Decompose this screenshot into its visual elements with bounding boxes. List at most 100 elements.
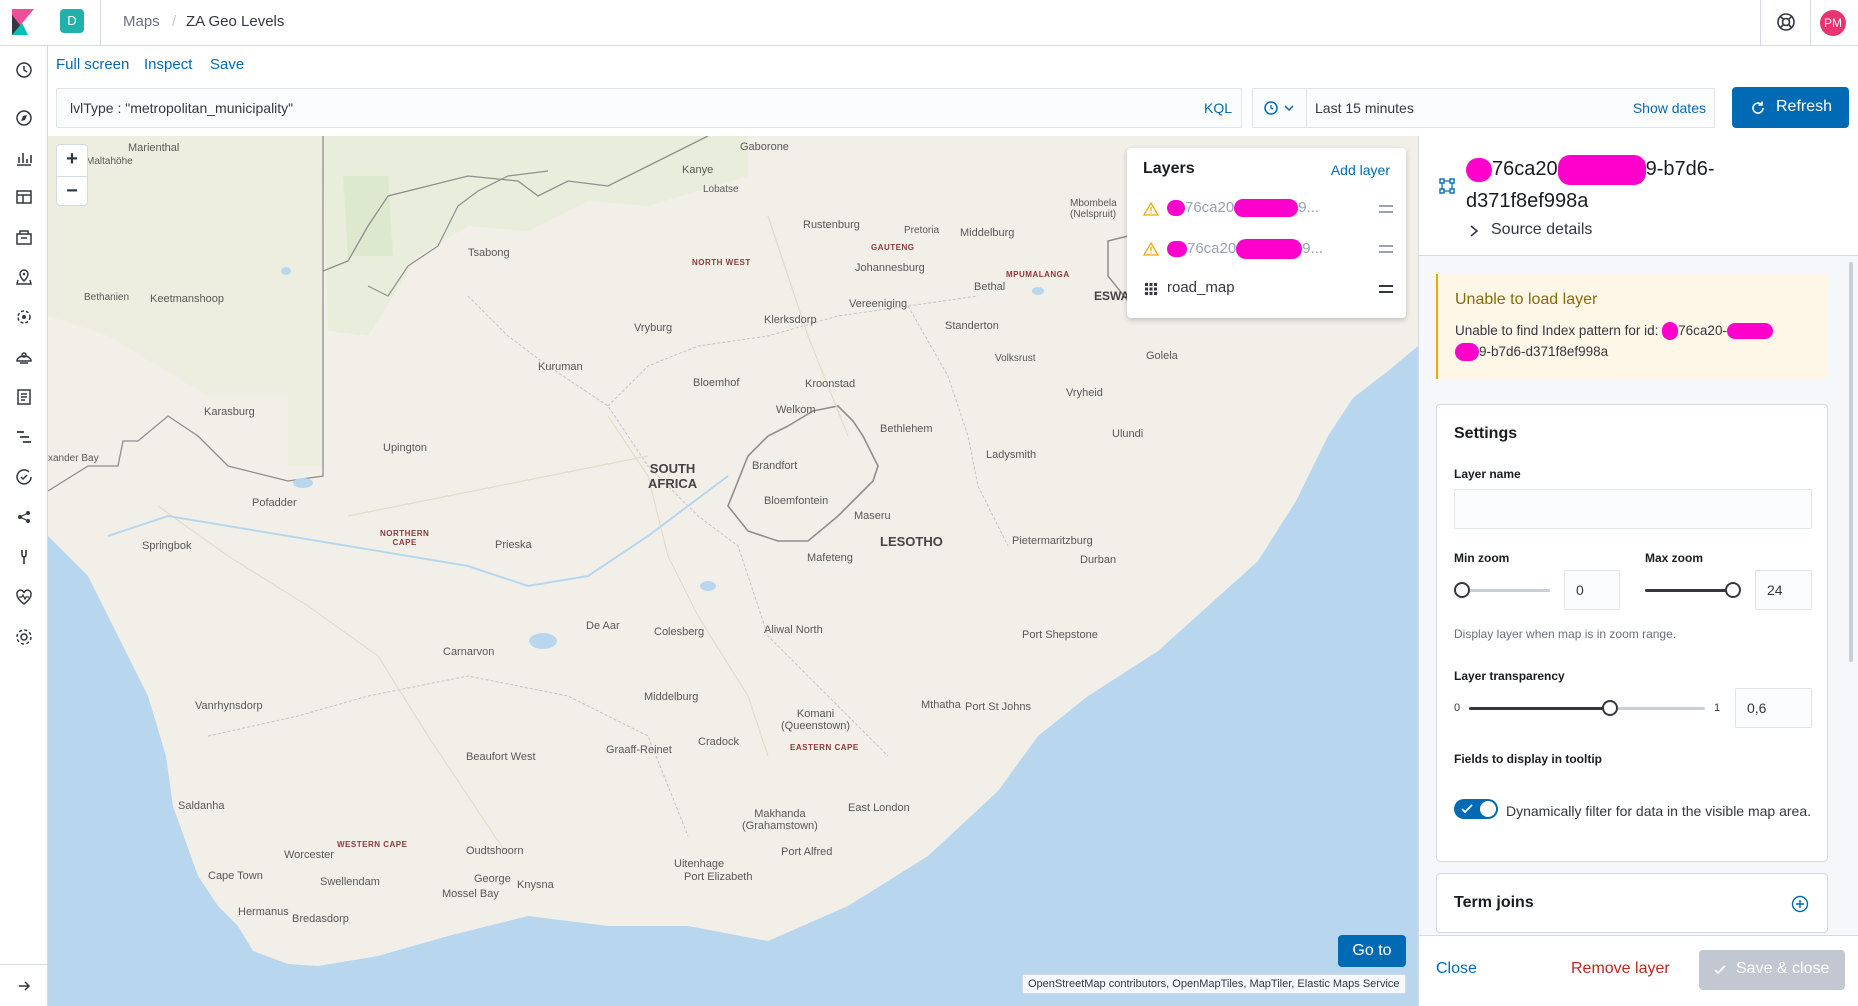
plus-circle-icon[interactable] xyxy=(1791,895,1809,913)
map-label-vereeniging: Vereeniging xyxy=(849,298,908,310)
save-close-label: Save & close xyxy=(1736,960,1830,977)
map-label-de-aar: De Aar xyxy=(586,620,620,632)
map-label-lobatse: Lobatse xyxy=(703,184,739,195)
kql-toggle[interactable]: KQL xyxy=(1204,100,1232,116)
map-label-kroonstad: Kroonstad xyxy=(805,378,856,390)
breadcrumb-maps[interactable]: Maps xyxy=(123,13,160,30)
map-label-mthatha: Mthatha xyxy=(921,699,961,711)
drag-handle-icon[interactable] xyxy=(1379,285,1393,293)
redaction-mark xyxy=(1234,199,1299,218)
space-badge[interactable]: D xyxy=(60,9,84,33)
drag-handle-icon[interactable] xyxy=(1379,245,1393,253)
drag-handle-icon[interactable] xyxy=(1379,205,1393,213)
map-label-johannesburg: Johannesburg xyxy=(855,262,925,274)
save-close-button[interactable]: Save & close xyxy=(1699,950,1845,990)
ml-icon[interactable] xyxy=(14,307,34,327)
transparency-max-label: 1 xyxy=(1714,702,1721,714)
min-zoom-slider-thumb[interactable] xyxy=(1454,582,1470,598)
chevron-right-icon[interactable] xyxy=(1468,224,1480,238)
map-label-mbombela: Mbombela (Nelspruit) xyxy=(1070,198,1117,220)
help-icon[interactable] xyxy=(1776,12,1796,32)
graph-icon[interactable] xyxy=(14,507,34,527)
date-picker[interactable]: Last 15 minutes Show dates xyxy=(1252,88,1715,128)
refresh-icon xyxy=(1752,101,1764,114)
clock-icon[interactable] xyxy=(14,60,34,80)
max-zoom-slider-thumb[interactable] xyxy=(1725,582,1741,598)
min-zoom-input[interactable]: 0 xyxy=(1564,570,1620,610)
map-label-bethal: Bethal xyxy=(974,281,1006,293)
map-label-george: George xyxy=(474,873,511,885)
management-icon[interactable] xyxy=(14,627,34,647)
visualize-icon[interactable] xyxy=(14,148,34,168)
refresh-label: Refresh xyxy=(1776,98,1833,115)
transparency-slider-thumb[interactable] xyxy=(1602,700,1618,716)
map-label-vryburg: Vryburg xyxy=(634,322,673,334)
apm-icon[interactable] xyxy=(14,427,34,447)
map-label-alexander-bay: xander Bay xyxy=(48,453,99,464)
save-link[interactable]: Save xyxy=(210,56,244,73)
map-label-kuruman: Kuruman xyxy=(538,361,583,373)
canvas-icon[interactable] xyxy=(14,227,34,247)
max-zoom-input[interactable]: 24 xyxy=(1755,570,1812,610)
query-text[interactable]: lvlType : "metropolitan_municipality" xyxy=(70,100,293,116)
full-screen-link[interactable]: Full screen xyxy=(56,56,129,73)
monitoring-icon[interactable] xyxy=(14,587,34,607)
scrollbar[interactable] xyxy=(1849,262,1853,662)
layer-row[interactable]: 76ca20 9... xyxy=(1143,198,1393,220)
expand-nav-icon[interactable] xyxy=(14,976,34,996)
min-zoom-label: Min zoom xyxy=(1454,551,1510,565)
tile-layer-icon xyxy=(1145,283,1157,295)
zoom-in-button[interactable]: + xyxy=(57,145,87,175)
date-range-text[interactable]: Last 15 minutes xyxy=(1315,100,1414,116)
map-label-worcester: Worcester xyxy=(284,849,334,861)
left-nav xyxy=(0,46,48,1006)
dev-tools-icon[interactable] xyxy=(14,547,34,567)
maps-icon[interactable] xyxy=(14,267,34,287)
go-to-button[interactable]: Go to xyxy=(1338,935,1406,967)
zoom-out-button[interactable]: − xyxy=(57,176,87,206)
warning-icon xyxy=(1143,241,1159,256)
map-label-bloemhof: Bloemhof xyxy=(693,377,740,389)
layer-title: 76ca20 9-b7d6- d371f8ef998a xyxy=(1466,153,1846,217)
error-callout: Unable to load layer Unable to find Inde… xyxy=(1436,274,1828,379)
source-details-toggle[interactable]: Source details xyxy=(1491,221,1592,239)
remove-layer-button[interactable]: Remove layer xyxy=(1571,960,1670,978)
dashboard-icon[interactable] xyxy=(14,187,34,207)
max-zoom-track[interactable] xyxy=(1645,589,1733,592)
uptime-icon[interactable] xyxy=(14,467,34,487)
map-label-maltahohe: Maltahöhe xyxy=(86,156,133,167)
zoom-help-text: Display layer when map is in zoom range. xyxy=(1454,627,1677,641)
filter-toggle-switch[interactable] xyxy=(1454,799,1498,819)
avatar[interactable]: PM xyxy=(1820,10,1846,36)
quick-select-button[interactable] xyxy=(1253,89,1307,127)
map-label-oudtshoorn: Oudtshoorn xyxy=(466,845,524,857)
show-dates-link[interactable]: Show dates xyxy=(1633,100,1706,116)
layer-row[interactable]: road_map xyxy=(1143,278,1393,300)
layers-panel: Layers Add layer 76ca20 9... 76ca20 9... r… xyxy=(1127,148,1406,318)
query-input[interactable]: lvlType : "metropolitan_municipality" KQ… xyxy=(56,88,1242,128)
refresh-button[interactable]: Refresh xyxy=(1732,87,1849,128)
layer-name-label: Layer name xyxy=(1454,467,1521,481)
inspect-link[interactable]: Inspect xyxy=(144,56,192,73)
layer-name-input[interactable] xyxy=(1454,489,1812,529)
kibana-logo-icon[interactable] xyxy=(12,9,34,35)
add-layer-link[interactable]: Add layer xyxy=(1331,162,1390,178)
logs-icon[interactable] xyxy=(14,387,34,407)
map-label-gauteng: GAUTENG xyxy=(871,243,915,252)
infrastructure-icon[interactable] xyxy=(14,347,34,367)
compass-icon[interactable] xyxy=(14,108,34,128)
map-label-prieska: Prieska xyxy=(495,539,532,551)
map-label-port-shepstone: Port Shepstone xyxy=(1022,629,1098,641)
redaction-mark xyxy=(1726,323,1773,340)
nav-divider xyxy=(0,964,48,965)
close-button[interactable]: Close xyxy=(1436,960,1477,978)
layer-row[interactable]: 76ca20 9... xyxy=(1143,238,1393,260)
layer-name: road_map xyxy=(1167,279,1235,296)
map-label-uitenhage: Uitenhage xyxy=(674,858,725,870)
map-label-springbok: Springbok xyxy=(142,540,192,552)
settings-panel: Settings Layer name Min zoom 0 Max zoom … xyxy=(1436,404,1828,862)
map-label-hermanus: Hermanus xyxy=(238,906,289,918)
transparency-fill xyxy=(1469,707,1609,710)
transparency-input[interactable]: 0,6 xyxy=(1735,688,1812,728)
map-attribution[interactable]: OpenStreetMap contributors, OpenMapTiles… xyxy=(1022,974,1406,994)
